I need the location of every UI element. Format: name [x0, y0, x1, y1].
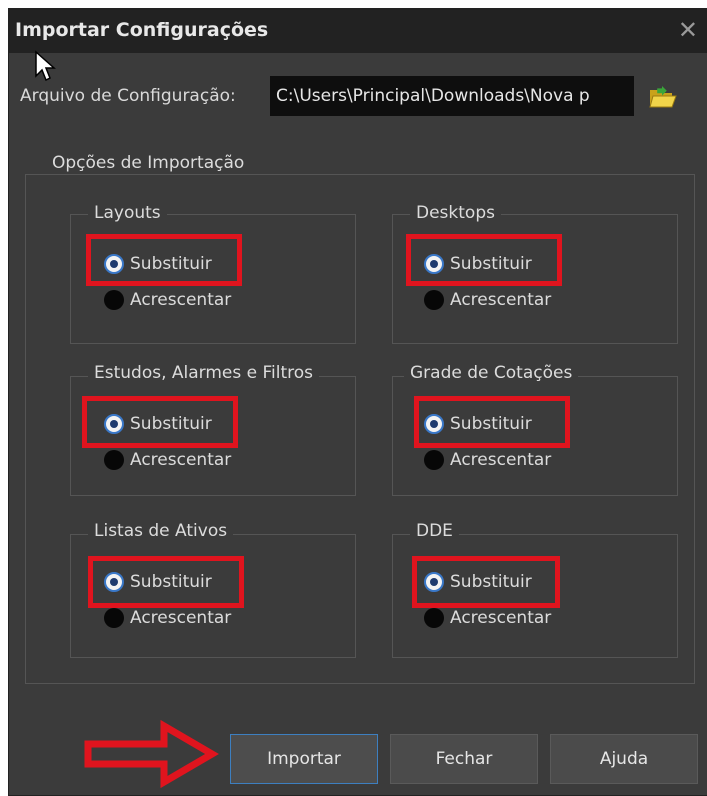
config-file-label: Arquivo de Configuração:: [20, 86, 236, 106]
radio-unselected-icon[interactable]: [424, 450, 444, 470]
option-label: Acrescentar: [130, 608, 232, 628]
close-button[interactable]: Fechar: [390, 734, 538, 784]
group-title-listas-ativos: Listas de Ativos: [88, 520, 234, 542]
radio-unselected-icon[interactable]: [104, 290, 124, 310]
group-title-dde: DDE: [410, 520, 459, 542]
option-label: Acrescentar: [450, 290, 552, 310]
help-button[interactable]: Ajuda: [550, 734, 698, 784]
desktops-acrescentar-option[interactable]: Acrescentar: [424, 290, 551, 310]
group-title-grade-cotacoes: Grade de Cotações: [404, 362, 579, 384]
group-title-desktops: Desktops: [410, 202, 501, 224]
option-label: Acrescentar: [130, 290, 232, 310]
radio-unselected-icon[interactable]: [104, 608, 124, 628]
folder-open-icon[interactable]: [648, 84, 678, 110]
annotation-highlight-box: [86, 234, 242, 286]
dialog-title: Importar Configurações: [15, 19, 269, 41]
option-label: Acrescentar: [130, 450, 232, 470]
import-options-legend: Opções de Importação: [46, 152, 251, 174]
config-file-path-input[interactable]: [270, 76, 634, 116]
import-button[interactable]: Importar: [230, 734, 378, 784]
annotation-highlight-box: [82, 396, 238, 448]
annotation-highlight-box: [412, 556, 560, 608]
group-title-estudos: Estudos, Alarmes e Filtros: [88, 362, 320, 384]
dde-acrescentar-option[interactable]: Acrescentar: [424, 608, 551, 628]
layouts-acrescentar-option[interactable]: Acrescentar: [104, 290, 231, 310]
estudos-acrescentar-option[interactable]: Acrescentar: [104, 450, 231, 470]
option-label: Acrescentar: [450, 450, 552, 470]
annotation-highlight-box: [88, 556, 244, 608]
radio-unselected-icon[interactable]: [104, 450, 124, 470]
mouse-cursor-icon: [35, 50, 56, 82]
option-label: Acrescentar: [450, 608, 552, 628]
annotation-highlight-box: [406, 234, 562, 286]
radio-unselected-icon[interactable]: [424, 290, 444, 310]
annotation-highlight-box: [414, 396, 570, 448]
grade-acrescentar-option[interactable]: Acrescentar: [424, 450, 551, 470]
close-icon[interactable]: ✕: [678, 15, 698, 45]
listas-acrescentar-option[interactable]: Acrescentar: [104, 608, 231, 628]
group-title-layouts: Layouts: [88, 202, 167, 224]
radio-unselected-icon[interactable]: [424, 608, 444, 628]
title-bar: Importar Configurações ✕: [9, 9, 707, 53]
annotation-arrow-icon: [84, 719, 219, 789]
